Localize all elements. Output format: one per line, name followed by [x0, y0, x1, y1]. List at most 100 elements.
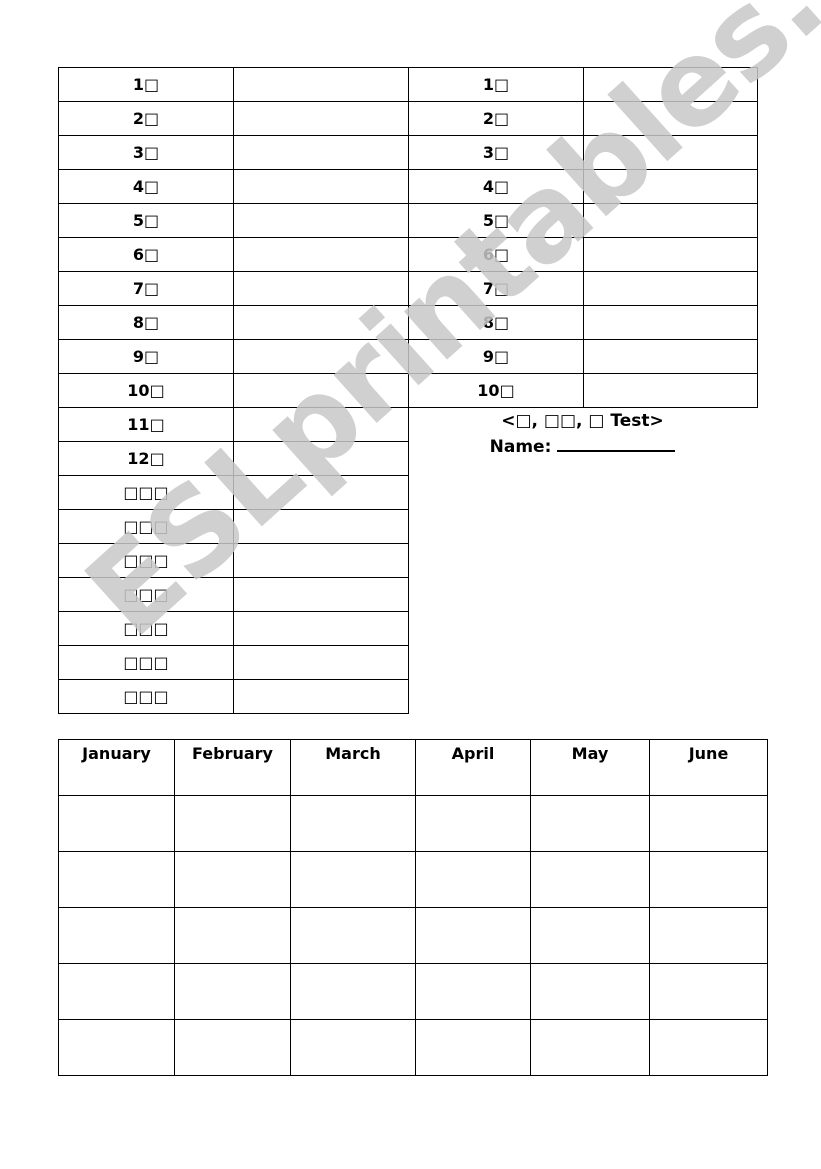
test-title: <□, □□, □ Test> — [501, 411, 664, 431]
month-table: January February March April May June — [58, 739, 768, 1076]
item-label: □□□ — [58, 645, 234, 680]
month-cell[interactable] — [649, 795, 768, 852]
answer-row: 6□ — [58, 237, 409, 272]
item-label: □□□ — [58, 543, 234, 578]
answer-row: 5□ — [408, 203, 758, 238]
answer-row: 3□ — [58, 135, 409, 170]
month-cell[interactable] — [290, 963, 416, 1020]
answer-cell[interactable] — [233, 271, 409, 306]
month-cell[interactable] — [415, 851, 531, 908]
item-label: 8□ — [408, 305, 584, 340]
answer-row: □□□ — [58, 475, 409, 510]
month-cell[interactable] — [290, 1019, 416, 1076]
item-label: 7□ — [408, 271, 584, 306]
answer-cell[interactable] — [233, 305, 409, 340]
answer-row: □□□ — [58, 543, 409, 578]
answer-cell[interactable] — [233, 67, 409, 102]
month-cell[interactable] — [174, 907, 291, 964]
month-cell[interactable] — [290, 795, 416, 852]
month-cell[interactable] — [58, 851, 175, 908]
month-header-january: January — [58, 739, 175, 796]
month-cell[interactable] — [530, 851, 650, 908]
month-cell[interactable] — [58, 907, 175, 964]
answer-cell[interactable] — [583, 101, 758, 136]
month-row — [58, 1019, 768, 1076]
item-label: 12□ — [58, 441, 234, 476]
answer-cell[interactable] — [233, 679, 409, 714]
month-cell[interactable] — [649, 851, 768, 908]
answer-cell[interactable] — [233, 373, 409, 408]
item-label: 4□ — [58, 169, 234, 204]
answer-cell[interactable] — [233, 407, 409, 442]
item-label: 1□ — [58, 67, 234, 102]
answer-cell[interactable] — [583, 339, 758, 374]
answer-cell[interactable] — [233, 577, 409, 612]
answer-cell[interactable] — [583, 203, 758, 238]
answer-cell[interactable] — [583, 237, 758, 272]
month-cell[interactable] — [530, 963, 650, 1020]
item-label: 6□ — [58, 237, 234, 272]
answer-row: 7□ — [58, 271, 409, 306]
answer-row: 12□ — [58, 441, 409, 476]
month-cell[interactable] — [58, 795, 175, 852]
answer-cell[interactable] — [233, 169, 409, 204]
month-cell[interactable] — [58, 1019, 175, 1076]
item-label: 10□ — [408, 373, 584, 408]
answer-row: 8□ — [58, 305, 409, 340]
month-cell[interactable] — [174, 795, 291, 852]
answer-cell[interactable] — [233, 611, 409, 646]
right-answer-table: 1□ 2□ 3□ 4□ 5□ 6□ 7□ 8□ 9□ 10□ — [408, 67, 758, 408]
month-cell[interactable] — [174, 963, 291, 1020]
answer-row: □□□ — [58, 509, 409, 544]
answer-cell[interactable] — [583, 271, 758, 306]
answer-cell[interactable] — [583, 135, 758, 170]
name-blank-line[interactable] — [557, 434, 676, 452]
month-cell[interactable] — [415, 795, 531, 852]
answer-cell[interactable] — [233, 441, 409, 476]
month-cell[interactable] — [530, 1019, 650, 1076]
answer-cell[interactable] — [233, 203, 409, 238]
month-cell[interactable] — [649, 963, 768, 1020]
item-label: 2□ — [58, 101, 234, 136]
month-cell[interactable] — [530, 795, 650, 852]
item-label: 5□ — [58, 203, 234, 238]
item-label: 9□ — [58, 339, 234, 374]
item-label: 3□ — [408, 135, 584, 170]
answer-row: □□□ — [58, 679, 409, 714]
answer-row: 4□ — [408, 169, 758, 204]
answer-cell[interactable] — [233, 339, 409, 374]
answer-row: 2□ — [58, 101, 409, 136]
answer-cell[interactable] — [583, 169, 758, 204]
month-cell[interactable] — [58, 963, 175, 1020]
answer-row: 1□ — [408, 67, 758, 102]
month-cell[interactable] — [290, 907, 416, 964]
month-cell[interactable] — [649, 1019, 768, 1076]
answer-cell[interactable] — [233, 135, 409, 170]
answer-row: 5□ — [58, 203, 409, 238]
answer-cell[interactable] — [583, 67, 758, 102]
month-cell[interactable] — [649, 907, 768, 964]
answer-cell[interactable] — [233, 475, 409, 510]
month-cell[interactable] — [174, 1019, 291, 1076]
answer-row: 10□ — [58, 373, 409, 408]
item-label: 9□ — [408, 339, 584, 374]
month-cell[interactable] — [174, 851, 291, 908]
month-cell[interactable] — [415, 1019, 531, 1076]
item-label: □□□ — [58, 509, 234, 544]
month-cell[interactable] — [290, 851, 416, 908]
answer-cell[interactable] — [233, 645, 409, 680]
answer-cell[interactable] — [233, 237, 409, 272]
answer-cell[interactable] — [233, 509, 409, 544]
item-label: □□□ — [58, 679, 234, 714]
month-cell[interactable] — [415, 907, 531, 964]
month-cell[interactable] — [530, 907, 650, 964]
month-cell[interactable] — [415, 963, 531, 1020]
answer-cell[interactable] — [583, 373, 758, 408]
answer-row: 2□ — [408, 101, 758, 136]
answer-cell[interactable] — [233, 543, 409, 578]
item-label: 11□ — [58, 407, 234, 442]
month-header-march: March — [290, 739, 416, 796]
answer-cell[interactable] — [233, 101, 409, 136]
answer-cell[interactable] — [583, 305, 758, 340]
answer-row: 10□ — [408, 373, 758, 408]
